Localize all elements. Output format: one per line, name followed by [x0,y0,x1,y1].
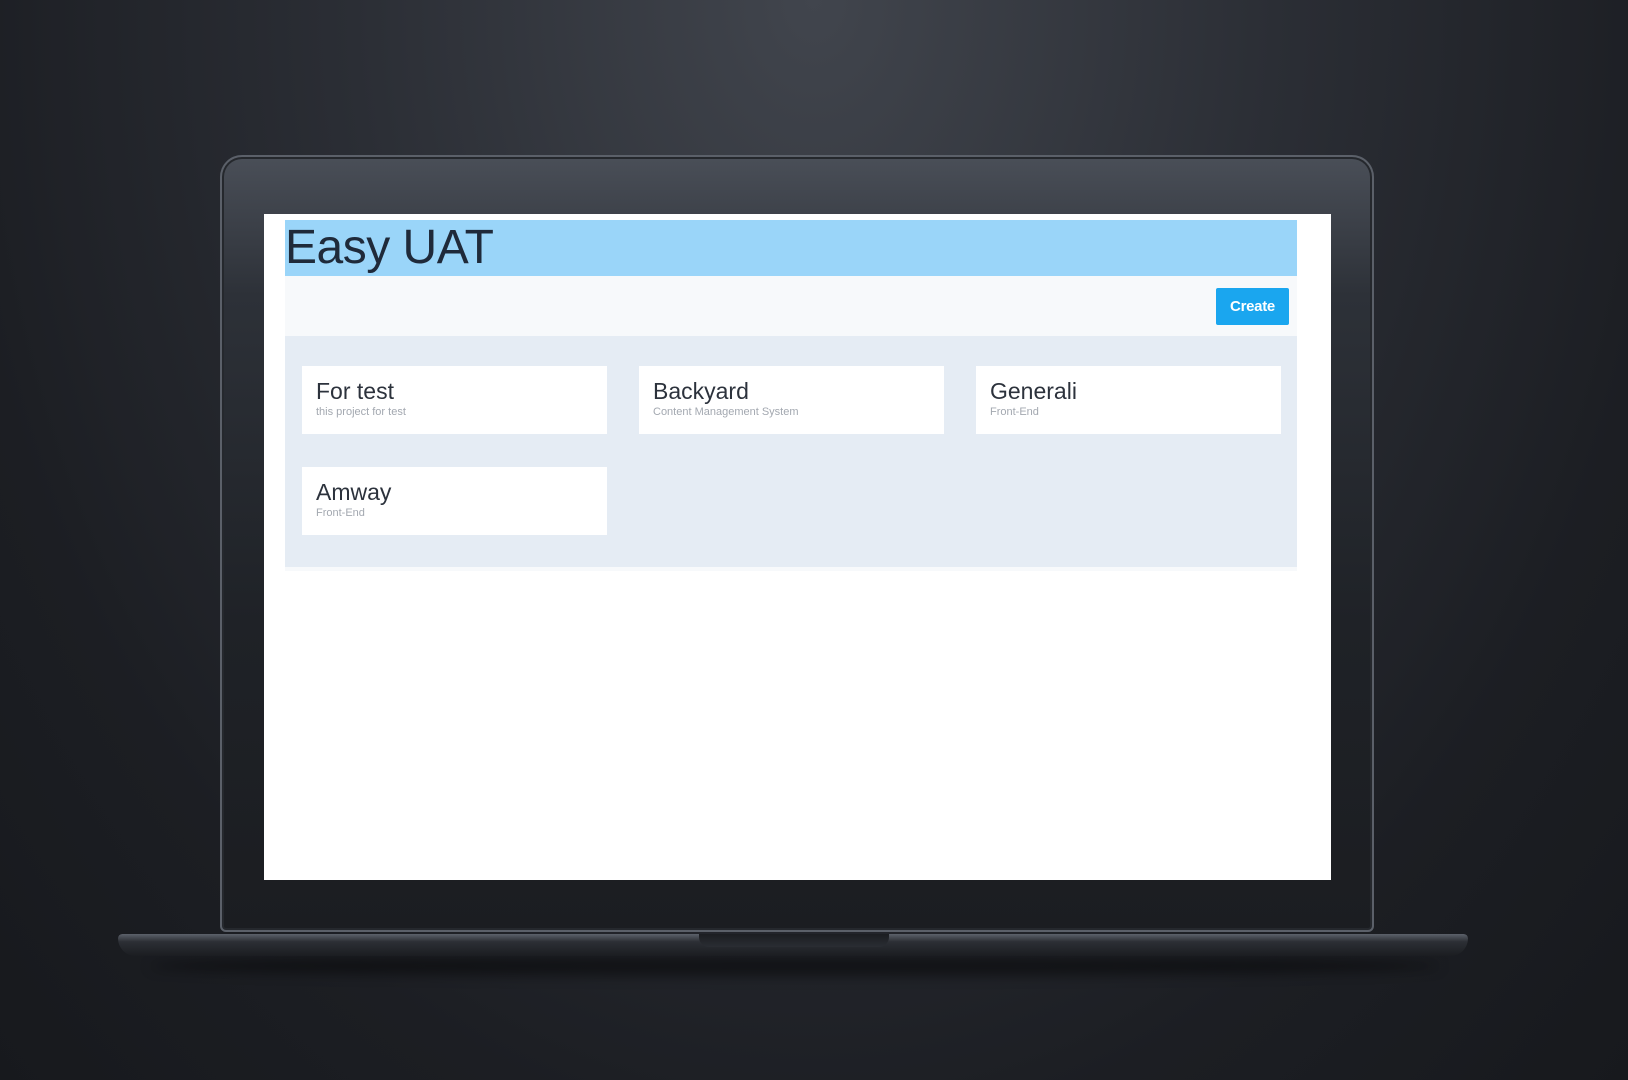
project-description: this project for test [316,406,406,418]
project-name: Generali [990,378,1077,404]
project-card[interactable]: Generali Front-End [976,366,1281,434]
laptop-shadow [150,956,1440,976]
project-card[interactable]: Amway Front-End [302,467,607,535]
project-name: Amway [316,479,392,505]
project-description: Content Management System [653,406,799,418]
project-card[interactable]: For test this project for test [302,366,607,434]
toolbar: Create [285,276,1297,336]
laptop-notch [699,934,889,947]
app-header: Easy UAT [285,220,1297,276]
app-container: Easy UAT Create For test this project fo… [285,220,1297,571]
project-description: Front-End [316,507,365,519]
project-list: For test this project for test Backyard … [285,336,1297,567]
app-title: Easy UAT [285,221,494,274]
project-name: For test [316,378,394,404]
create-button[interactable]: Create [1216,288,1289,325]
project-name: Backyard [653,378,749,404]
project-description: Front-End [990,406,1039,418]
project-card[interactable]: Backyard Content Management System [639,366,944,434]
laptop-screen: Easy UAT Create For test this project fo… [264,214,1331,880]
